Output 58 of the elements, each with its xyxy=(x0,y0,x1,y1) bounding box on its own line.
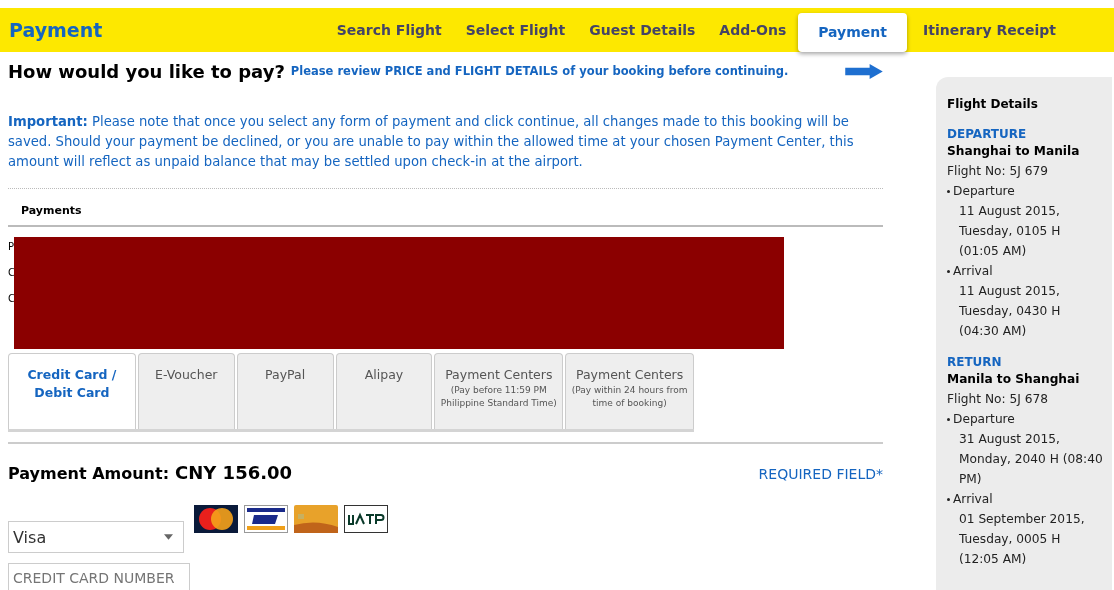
card-logo-icon xyxy=(294,505,338,533)
bullet-icon xyxy=(947,497,950,501)
card-logo-icon xyxy=(244,505,288,533)
amount-label: Payment Amount: xyxy=(8,464,170,483)
bullet-icon xyxy=(947,417,950,421)
section-label: Payments xyxy=(21,204,82,217)
page-heading: How would you like to pay? xyxy=(8,60,285,82)
payment-method-tab[interactable]: Payment Centers (Pay within 24 hours from time of booking) xyxy=(565,353,694,429)
event-time: 01 September 2015, xyxy=(958,511,1086,528)
required-note: REQUIRED FIELD* xyxy=(758,466,883,482)
event-time: Monday, 2040 H (08:40 xyxy=(958,451,1104,468)
event-time: (01:05 AM) xyxy=(958,243,1028,260)
direction-label: RETURN xyxy=(947,355,1003,369)
card-number-field[interactable]: CREDIT CARD NUMBER xyxy=(8,563,190,590)
event-time: Tuesday, 0005 H xyxy=(958,531,1062,548)
payment-method-tab[interactable]: Payment Centers (Pay before 11:59 PM Philippine Standard Time) xyxy=(434,353,564,429)
event-time: 31 August 2015, xyxy=(958,431,1061,448)
cut-off-text: C xyxy=(8,293,14,304)
arrow-icon xyxy=(845,63,883,79)
bullet-icon xyxy=(947,189,950,193)
flight-number: Flight No: 5J 678 xyxy=(947,391,1049,408)
flight-number: Flight No: 5J 679 xyxy=(947,163,1049,180)
payment-method-tab[interactable]: Credit Card / Debit Card xyxy=(8,353,136,429)
event-time: Tuesday, 0105 H xyxy=(958,223,1062,240)
panel-title: Flight Details xyxy=(947,97,1039,111)
step-tab[interactable]: Guest Details xyxy=(577,22,708,38)
review-note: Please review PRICE and FLIGHT DETAILS of your booking before continuing. xyxy=(290,64,789,78)
card-logo-icon xyxy=(344,505,388,533)
event-time: Tuesday, 0430 H xyxy=(958,303,1062,320)
route-text: Manila to Shanghai xyxy=(947,371,1081,388)
event-time: (04:30 AM) xyxy=(958,323,1028,340)
step-tab[interactable]: Search Flight xyxy=(324,22,454,38)
cut-off-text: P xyxy=(8,241,14,252)
event-time: PM) xyxy=(958,471,983,488)
amount-value: CNY 156.00 xyxy=(175,462,293,483)
page-title: Payment xyxy=(9,19,103,41)
direction-label: DEPARTURE xyxy=(947,127,1028,141)
step-tab[interactable]: Itinerary Receipt xyxy=(911,22,1068,38)
payment-method-tab[interactable]: E-Voucher xyxy=(137,353,235,429)
card-type-dropdown[interactable]: Visa xyxy=(8,521,184,553)
payment-method-tab[interactable]: PayPal xyxy=(236,353,334,429)
event-label: Departure xyxy=(953,183,1015,200)
bullet-icon xyxy=(947,269,950,273)
event-label: Arrival xyxy=(953,263,993,280)
event-label: Departure xyxy=(953,411,1015,428)
cut-off-text: C xyxy=(8,267,14,278)
caret-icon xyxy=(164,534,173,540)
event-time: 11 August 2015, xyxy=(958,203,1061,220)
route-text: Shanghai to Manila xyxy=(947,143,1081,160)
card-logo-icon xyxy=(194,505,238,533)
event-time: (12:05 AM) xyxy=(958,551,1028,568)
important-note: Important: Please note that once you select any form of payment and click continue, all changes made to this booking will be saved. Should your payment be declined, or you are unable to pay within the allowed time at your chosen Payment Center, this amount will reflect as unpaid balance that may be settled upon check-in at the airport. xyxy=(8,113,855,171)
event-time: 11 August 2015, xyxy=(958,283,1061,300)
step-tab[interactable]: Add-Ons xyxy=(707,22,799,38)
event-label: Arrival xyxy=(953,491,993,508)
step-tab[interactable]: Payment xyxy=(798,12,907,52)
step-tab[interactable]: Select Flight xyxy=(453,22,578,38)
payment-method-tab[interactable]: Alipay xyxy=(335,353,433,429)
